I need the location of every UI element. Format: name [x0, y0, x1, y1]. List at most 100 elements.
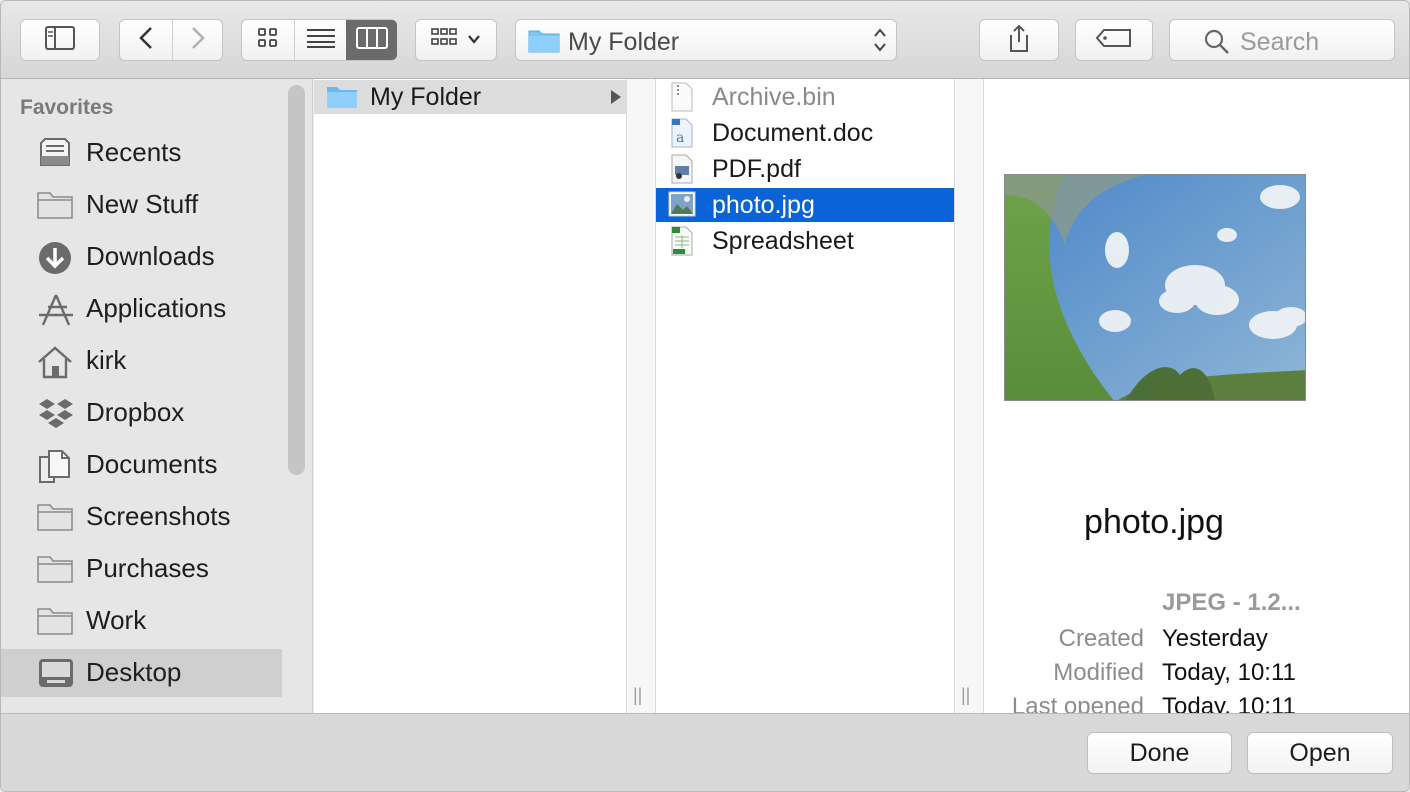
column-divider: || [955, 79, 984, 713]
tags-button[interactable] [1075, 19, 1153, 61]
forward-button[interactable] [173, 20, 223, 60]
sidebar-item-label: kirk [86, 345, 127, 375]
sidebar-item-label: Purchases [86, 553, 209, 583]
svg-text:a: a [676, 130, 684, 146]
dialog-footer: Done Open [1, 713, 1409, 791]
sidebar-toggle-icon [45, 25, 75, 55]
recents-icon [37, 137, 75, 169]
sidebar-item-label: Recents [86, 137, 182, 167]
folder-icon [37, 501, 75, 533]
arrange-grid-icon [431, 26, 461, 55]
sidebar-item-label: Dropbox [86, 397, 185, 427]
done-button[interactable]: Done [1087, 732, 1232, 774]
doc-file-icon: a [670, 118, 694, 153]
list-item-photo[interactable]: photo.jpg [656, 188, 954, 222]
search-icon [1204, 29, 1230, 60]
location-popup[interactable]: My Folder [515, 19, 897, 61]
photo-preview-image [1004, 174, 1306, 401]
downloads-icon [37, 241, 75, 274]
sidebar-item-documents[interactable]: Documents [1, 441, 282, 489]
sidebar-item-screenshots[interactable]: Screenshots [1, 493, 282, 541]
modified-label: Modified [1053, 659, 1144, 686]
sidebar-toggle-button[interactable] [20, 19, 100, 61]
location-label: My Folder [568, 28, 680, 56]
spreadsheet-file-icon [670, 226, 694, 261]
list-item-label: PDF.pdf [712, 155, 801, 183]
chevron-right-icon [191, 26, 205, 55]
sidebar-scrollbar[interactable] [288, 85, 305, 475]
search-field[interactable]: Search [1169, 19, 1395, 61]
sidebar-item-label: New Stuff [86, 189, 199, 219]
created-label: Created [1058, 625, 1144, 652]
column-resize-handle[interactable]: || [633, 685, 642, 706]
list-item-label: My Folder [370, 83, 482, 111]
chevron-down-icon [467, 31, 481, 49]
sidebar-item-label: Downloads [86, 241, 215, 271]
grid-icon [257, 27, 279, 54]
disclosure-arrow-icon [610, 89, 622, 110]
sidebar-item-new-stuff[interactable]: New Stuff [1, 181, 282, 229]
modified-value: Today, 10:11 [1162, 659, 1296, 686]
list-item-spreadsheet[interactable]: Spreadsheet [656, 224, 954, 258]
folder-icon [528, 27, 560, 58]
list-item-pdf[interactable]: PDF.pdf [656, 152, 954, 186]
sidebar-item-desktop[interactable]: Desktop [1, 649, 282, 697]
arrange-button[interactable] [415, 19, 497, 61]
home-icon [37, 345, 75, 379]
list-item-document[interactable]: a Document.doc [656, 116, 954, 150]
preview-pane: photo.jpg JPEG - 1.2... Created Yesterda… [984, 79, 1409, 720]
sidebar-item-kirk[interactable]: kirk [1, 337, 282, 385]
folder-icon [37, 553, 75, 585]
sidebar-item-downloads[interactable]: Downloads [1, 233, 282, 281]
documents-icon [37, 449, 75, 483]
preview-filename: photo.jpg [1084, 503, 1224, 541]
sidebar: Favorites Recents New Stuff Downloads Ap… [1, 79, 313, 713]
back-button[interactable] [120, 20, 172, 60]
applications-icon [37, 293, 75, 326]
image-file-icon [668, 191, 696, 222]
search-placeholder: Search [1240, 28, 1320, 56]
updown-chevron-icon [872, 26, 888, 59]
created-value: Yesterday [1162, 625, 1268, 652]
list-icon [306, 27, 336, 54]
sidebar-item-recents[interactable]: Recents [1, 129, 282, 177]
list-item-my-folder[interactable]: My Folder [314, 80, 626, 114]
column-divider: || [627, 79, 656, 713]
sidebar-item-applications[interactable]: Applications [1, 285, 282, 333]
preview-kind: JPEG - 1.2... [1162, 589, 1301, 616]
open-button[interactable]: Open [1247, 732, 1393, 774]
archive-file-icon [670, 82, 694, 117]
sidebar-item-label: Applications [86, 293, 227, 323]
toolbar: My Folder Search [1, 1, 1409, 79]
icon-view-button[interactable] [242, 20, 294, 60]
sidebar-heading: Favorites [20, 96, 114, 119]
desktop-icon [37, 657, 75, 689]
list-item-label: Spreadsheet [712, 227, 854, 255]
sidebar-item-label: Work [86, 605, 147, 635]
columns-icon [355, 26, 388, 54]
share-button[interactable] [979, 19, 1059, 61]
column-2: Archive.bin a Document.doc PDF.pdf photo… [656, 79, 955, 713]
sidebar-item-purchases[interactable]: Purchases [1, 545, 282, 593]
view-mode-segment [241, 19, 397, 61]
sidebar-item-work[interactable]: Work [1, 597, 282, 645]
tag-icon [1095, 28, 1133, 53]
sidebar-item-label: Desktop [86, 657, 182, 687]
folder-icon [326, 84, 358, 115]
sidebar-item-dropbox[interactable]: Dropbox [1, 389, 282, 437]
open-file-dialog: My Folder Search Favorites Recents New S [0, 0, 1410, 792]
list-item-label: Archive.bin [712, 83, 836, 111]
list-item-label: photo.jpg [712, 191, 815, 219]
folder-icon [37, 605, 75, 637]
sidebar-item-label: Screenshots [86, 501, 231, 531]
column-1: My Folder || [314, 79, 643, 713]
chevron-left-icon [139, 26, 153, 55]
share-icon [1007, 23, 1031, 58]
list-view-button[interactable] [295, 20, 346, 60]
column-resize-handle[interactable]: || [961, 685, 970, 706]
folder-icon [37, 189, 75, 221]
column-view-button[interactable] [346, 20, 397, 60]
dropbox-icon [37, 397, 75, 429]
pdf-file-icon [670, 154, 694, 189]
list-item-archive[interactable]: Archive.bin [656, 80, 954, 114]
